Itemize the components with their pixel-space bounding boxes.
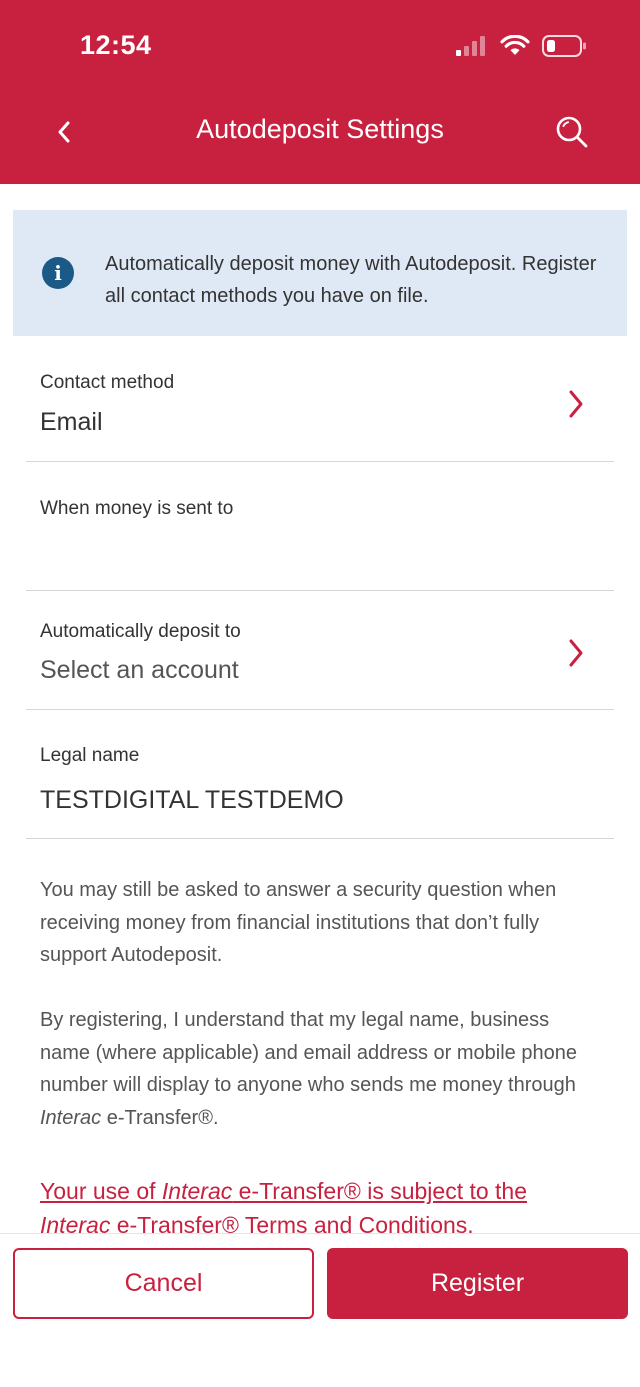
register-button[interactable]: Register [327,1248,628,1319]
legal-name-label: Legal name [40,745,140,766]
legal-name-row: Legal name TESTDIGITAL TESTDEMO [26,710,614,839]
chevron-right-icon [564,633,588,673]
search-button[interactable] [550,108,594,156]
terms-link-text: Your use of [40,1178,162,1204]
cellular-signal-icon [456,36,485,56]
contact-method-row[interactable]: Contact method Email [26,344,614,462]
cancel-button[interactable]: Cancel [13,1248,314,1319]
action-footer: Cancel Register [0,1233,640,1387]
deposit-account-value: Select an account [40,656,239,684]
deposit-account-label: Automatically deposit to [40,621,241,642]
status-icons [456,34,588,58]
registration-disclaimer-end: e-Transfer®. [101,1106,219,1129]
money-sent-to-row: When money is sent to [26,462,614,591]
info-banner-text: Automatically deposit money with Autodep… [105,253,597,307]
terms-link-text: e-Transfer® is subject to the [232,1178,528,1204]
terms-interac-brand: Interac [161,1178,233,1204]
terms-and-conditions-link[interactable]: Your use of Interac e-Transfer® is subje… [40,1174,600,1242]
chevron-right-icon [564,384,588,424]
contact-method-label: Contact method [40,372,175,393]
info-banner: i Automatically deposit money with Autod… [13,210,627,336]
registration-disclaimer: By registering, I understand that my leg… [40,1004,600,1134]
registration-disclaimer-text: By registering, I understand that my leg… [40,1009,577,1096]
app-header: 12:54 Autodeposit Settings [0,0,640,184]
wifi-icon [500,35,530,55]
page-title: Autodeposit Settings [196,114,444,144]
search-icon [556,116,588,148]
money-sent-to-label: When money is sent to [40,498,234,519]
legal-name-value: TESTDIGITAL TESTDEMO [40,786,344,814]
interac-brand-text: Interac [40,1106,102,1129]
status-time: 12:54 [80,30,152,60]
info-icon: i [42,257,74,289]
deposit-account-row[interactable]: Automatically deposit to Select an accou… [26,591,614,710]
security-question-disclaimer: You may still be asked to answer a secur… [40,879,557,966]
contact-method-value: Email [40,408,103,436]
battery-low-icon [542,35,586,57]
